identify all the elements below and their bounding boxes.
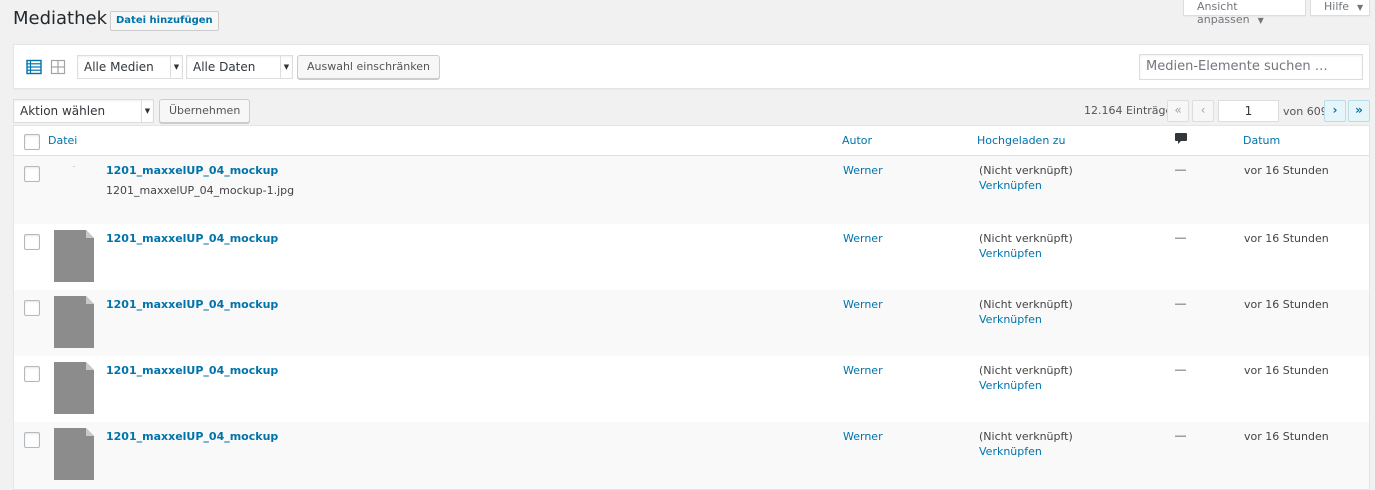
select-all-checkbox[interactable] (24, 134, 40, 150)
media-type-value: Alle Medien (84, 60, 154, 74)
column-date[interactable]: Datum (1243, 134, 1280, 147)
attach-link[interactable]: Verknüpfen (979, 179, 1042, 192)
grid-view-icon[interactable] (50, 59, 66, 75)
chevron-down-icon: ▼ (141, 100, 153, 122)
column-attached[interactable]: Hochgeladen zu (977, 134, 1066, 147)
total-pages: von 609 (1283, 105, 1328, 118)
table-row: 1201_maxxelUP_04_mockup Werner (Nicht ve… (14, 356, 1369, 422)
table-header: Datei Autor Hochgeladen zu Datum (14, 126, 1369, 156)
table-row: 1201_maxxelUP_04_mockup Werner (Nicht ve… (14, 224, 1369, 290)
row-checkbox[interactable] (24, 300, 40, 316)
upload-date: vor 16 Stunden (1244, 164, 1329, 177)
chevron-down-icon: ▼ (280, 56, 292, 78)
column-file[interactable]: Datei (48, 134, 77, 147)
attach-link[interactable]: Verknüpfen (979, 247, 1042, 260)
help-label: Hilfe (1324, 0, 1350, 13)
author-link[interactable]: Werner (843, 364, 883, 377)
author-link[interactable]: Werner (843, 430, 883, 443)
file-title-link[interactable]: 1201_maxxelUP_04_mockup (106, 430, 278, 443)
attached-status: (Nicht verknüpft) (979, 298, 1073, 311)
attach-link[interactable]: Verknüpfen (979, 445, 1042, 458)
bulk-action-select[interactable]: Aktion wählen ▼ (13, 99, 154, 123)
last-page-button[interactable]: » (1348, 100, 1370, 122)
media-table: Datei Autor Hochgeladen zu Datum 1201_ma… (13, 125, 1370, 490)
row-checkbox[interactable] (24, 234, 40, 250)
table-row: 1201_maxxelUP_04_mockup 1201_maxxelUP_04… (14, 156, 1369, 224)
file-name: 1201_maxxelUP_04_mockup-1.jpg (106, 184, 295, 197)
file-thumbnail-icon[interactable] (54, 428, 94, 480)
filter-button[interactable]: Auswahl einschränken (297, 55, 440, 79)
file-title-link[interactable]: 1201_maxxelUP_04_mockup (106, 298, 278, 311)
attach-link[interactable]: Verknüpfen (979, 313, 1042, 326)
media-thumbnail[interactable] (54, 160, 94, 212)
attached-status: (Nicht verknüpft) (979, 164, 1073, 177)
media-filter-bar: Alle Medien ▼ Alle Daten ▼ Auswahl einsc… (13, 44, 1370, 89)
attached-status: (Nicht verknüpft) (979, 430, 1073, 443)
comment-count: — (1175, 164, 1186, 176)
upload-date: vor 16 Stunden (1244, 232, 1329, 245)
upload-date: vor 16 Stunden (1244, 364, 1329, 377)
comment-count: — (1175, 232, 1186, 244)
media-type-select[interactable]: Alle Medien ▼ (77, 55, 183, 79)
row-checkbox[interactable] (24, 432, 40, 448)
caret-down-icon: ▼ (1257, 16, 1264, 25)
first-page-button[interactable]: « (1167, 100, 1189, 122)
file-title-link[interactable]: 1201_maxxelUP_04_mockup (106, 232, 278, 245)
comment-count: — (1175, 430, 1186, 442)
file-title-link[interactable]: 1201_maxxelUP_04_mockup (106, 164, 278, 177)
comment-count: — (1175, 364, 1186, 376)
items-count: 12.164 Einträge (1084, 104, 1173, 117)
file-title-link[interactable]: 1201_maxxelUP_04_mockup (106, 364, 278, 377)
table-row: 1201_maxxelUP_04_mockup Werner (Nicht ve… (14, 290, 1369, 356)
prev-page-button[interactable]: ‹ (1192, 100, 1214, 122)
caret-down-icon: ▼ (1357, 3, 1364, 12)
help-tab[interactable]: Hilfe ▼ (1310, 0, 1370, 16)
media-search-input[interactable]: Medien-Elemente suchen … (1139, 54, 1363, 80)
row-checkbox[interactable] (24, 166, 40, 182)
current-page-input[interactable]: 1 (1218, 100, 1279, 122)
apply-button[interactable]: Übernehmen (159, 99, 251, 123)
screen-options-tab[interactable]: Ansicht anpassen ▼ (1183, 0, 1306, 26)
row-checkbox[interactable] (24, 366, 40, 382)
author-link[interactable]: Werner (843, 298, 883, 311)
column-author: Autor (842, 134, 873, 147)
date-filter-value: Alle Daten (193, 60, 256, 74)
next-page-button[interactable]: › (1324, 100, 1346, 122)
author-link[interactable]: Werner (843, 232, 883, 245)
table-row: 1201_maxxelUP_04_mockup Werner (Nicht ve… (14, 422, 1369, 489)
upload-date: vor 16 Stunden (1244, 430, 1329, 443)
date-filter-select[interactable]: Alle Daten ▼ (186, 55, 293, 79)
attached-status: (Nicht verknüpft) (979, 232, 1073, 245)
file-thumbnail-icon[interactable] (54, 362, 94, 414)
comment-count: — (1175, 298, 1186, 310)
screen-options-label: Ansicht anpassen (1197, 0, 1250, 26)
comment-icon[interactable] (1174, 132, 1188, 146)
page-title: Mediathek (13, 8, 108, 29)
file-thumbnail-icon[interactable] (54, 296, 94, 348)
chevron-down-icon: ▼ (170, 56, 182, 78)
attach-link[interactable]: Verknüpfen (979, 379, 1042, 392)
attached-status: (Nicht verknüpft) (979, 364, 1073, 377)
author-link[interactable]: Werner (843, 164, 883, 177)
upload-date: vor 16 Stunden (1244, 298, 1329, 311)
file-thumbnail-icon[interactable] (54, 230, 94, 282)
bulk-action-value: Aktion wählen (20, 104, 106, 118)
add-new-button[interactable]: Datei hinzufügen (110, 11, 219, 31)
list-view-icon[interactable] (26, 59, 42, 75)
